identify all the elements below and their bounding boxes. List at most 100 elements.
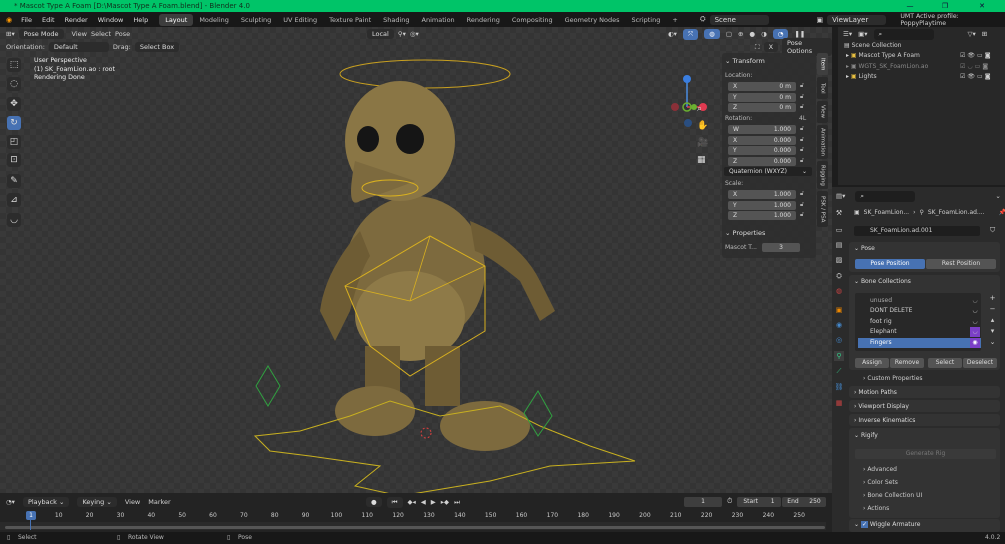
lock-icon[interactable]: 🔓︎ bbox=[800, 157, 804, 165]
hidden-eye-icon[interactable]: ◡ bbox=[970, 306, 980, 316]
rot-w-field[interactable]: W 1.000 bbox=[728, 125, 796, 134]
grid-ortho-icon[interactable]: ▦ bbox=[697, 152, 708, 169]
inverse-kinematics-panel[interactable]: › Inverse Kinematics bbox=[854, 417, 915, 424]
tab-layout[interactable]: Layout bbox=[159, 13, 194, 26]
lock-icon[interactable]: 🔓︎ bbox=[800, 190, 804, 198]
pin-icon[interactable]: 📌 bbox=[999, 209, 1005, 216]
marker-menu[interactable]: Marker bbox=[148, 498, 170, 506]
render-camera-icon[interactable]: ◙ bbox=[982, 63, 990, 70]
menu-render[interactable]: Render bbox=[60, 16, 93, 24]
cursor-tool-icon[interactable]: ◌ bbox=[7, 77, 21, 91]
proportional-edit-icon[interactable]: ◎▾ bbox=[410, 30, 419, 38]
select-tool-icon[interactable]: ⬚ bbox=[7, 58, 21, 72]
lock-icon[interactable]: 🔓︎ bbox=[800, 82, 804, 90]
custom-prop-field[interactable]: 3 bbox=[762, 243, 800, 252]
generate-rig-button[interactable]: Generate Rig bbox=[855, 449, 996, 459]
options-dropdown[interactable]: ⌄ bbox=[995, 192, 1000, 200]
viewport-disable-icon[interactable]: ▭ bbox=[977, 52, 985, 59]
bone-collection-item[interactable]: DONT DELETE ◡ bbox=[858, 306, 981, 316]
scene-icon[interactable]: ⛭ bbox=[700, 15, 706, 24]
wiggle-armature-panel[interactable]: ⌄ ✓ Wiggle Armature bbox=[854, 521, 920, 528]
move-tool-icon[interactable]: ✥ bbox=[7, 97, 21, 111]
menu-help[interactable]: Help bbox=[128, 16, 153, 24]
lock-icon[interactable]: 🔓︎ bbox=[800, 93, 804, 101]
bone-collection-item[interactable]: Elephant ◡ bbox=[858, 327, 981, 338]
armature-data-tab-icon[interactable]: ⚲ bbox=[834, 351, 844, 361]
timeline-view-menu[interactable]: View bbox=[125, 498, 140, 506]
transform-tool-icon[interactable]: ⊡ bbox=[7, 153, 21, 167]
shading-wire-icon[interactable]: ⊕ bbox=[738, 30, 743, 38]
new-collection-icon[interactable]: ⊞ bbox=[982, 30, 987, 38]
world-tab-icon[interactable]: ◍ bbox=[834, 286, 844, 296]
sidebar-tab-psk-psa[interactable]: PSK / PSA bbox=[817, 191, 828, 227]
gizmo-neg-x[interactable] bbox=[671, 103, 679, 111]
tab-modeling[interactable]: Modeling bbox=[193, 14, 235, 26]
rotation-lock-4l[interactable]: 4L bbox=[799, 115, 806, 122]
hidden-eye-icon[interactable]: ◡ bbox=[970, 327, 980, 338]
lock-icon[interactable]: 🔓︎ bbox=[800, 103, 804, 111]
character-model[interactable] bbox=[240, 41, 650, 501]
scl-x-field[interactable]: X 1.000 bbox=[728, 190, 796, 199]
menu-window[interactable]: Window bbox=[93, 16, 129, 24]
editor-type-icon[interactable]: ◔▾ bbox=[6, 498, 15, 506]
pose-curve-tool-icon[interactable]: ◡ bbox=[7, 213, 21, 227]
tool-tab-icon[interactable]: ⚒ bbox=[834, 208, 844, 218]
pivot-selector[interactable]: Local bbox=[367, 29, 394, 39]
x-button[interactable]: X bbox=[763, 42, 779, 52]
shading-material-icon[interactable]: ◑ bbox=[761, 30, 767, 38]
motion-paths-panel[interactable]: › Motion Paths bbox=[854, 389, 897, 396]
loc-z-field[interactable]: Z 0 m bbox=[728, 103, 796, 112]
deselect-button[interactable]: Deselect bbox=[963, 358, 997, 368]
tab-rendering[interactable]: Rendering bbox=[461, 14, 506, 26]
render-camera-icon[interactable]: ◙ bbox=[985, 73, 993, 80]
prev-keyframe-button[interactable]: ◆◂ bbox=[408, 498, 416, 506]
sidebar-tab-item[interactable]: Item bbox=[817, 53, 828, 75]
properties-header[interactable]: ⌄ Properties bbox=[725, 229, 765, 237]
loc-y-field[interactable]: Y 0 m bbox=[728, 92, 796, 102]
lock-icon[interactable]: 🔓︎ bbox=[800, 211, 804, 219]
texture-tab-icon[interactable]: ▦ bbox=[834, 398, 844, 408]
sidebar-tab-view[interactable]: View bbox=[817, 101, 828, 123]
view-layer-icon[interactable]: ▣ bbox=[816, 16, 823, 24]
editor-type-icon[interactable]: ▤▾ bbox=[836, 192, 845, 200]
preview-range-icon[interactable]: ⏱ bbox=[727, 497, 732, 506]
color-sets-subpanel[interactable]: › Color Sets bbox=[863, 479, 898, 486]
close-button[interactable]: ✕ bbox=[972, 0, 992, 12]
scene-collection[interactable]: ▤ Scene Collection bbox=[838, 41, 1005, 51]
drag-selector[interactable]: Select Box bbox=[134, 42, 180, 52]
pose-panel-header[interactable]: ⌄ Pose bbox=[854, 245, 875, 252]
bone-constraint-tab-icon[interactable]: ⛓ bbox=[834, 382, 844, 392]
rot-y-field[interactable]: Y 0.000 bbox=[728, 146, 796, 155]
measure-tool-icon[interactable]: ⊿ bbox=[7, 193, 21, 207]
overlay-toggle[interactable]: ◍ bbox=[704, 29, 720, 39]
armature-name-field[interactable]: SK_FoamLion.ad.001 bbox=[854, 226, 980, 236]
tab-compositing[interactable]: Compositing bbox=[506, 14, 559, 26]
filter-icon[interactable]: ▽▾ bbox=[968, 30, 976, 38]
keying-menu[interactable]: Keying ⌄ bbox=[77, 497, 117, 507]
lock-icon[interactable]: 🔓︎ bbox=[800, 201, 804, 209]
visibility-icon[interactable]: ◐▾ bbox=[668, 30, 677, 38]
display-mode-icon[interactable]: ☰▾ bbox=[843, 30, 852, 38]
menu-edit[interactable]: Edit bbox=[37, 16, 60, 24]
sidebar-tab-tool[interactable]: Tool bbox=[817, 77, 828, 99]
render-tab-icon[interactable]: ▭ bbox=[834, 225, 844, 235]
rotation-mode-dropdown[interactable]: Quaternion (WXYZ) ⌄ bbox=[724, 167, 812, 176]
move-up-button[interactable]: ▴ bbox=[988, 315, 997, 326]
rot-z-field[interactable]: Z 0.000 bbox=[728, 156, 796, 166]
pin-icon[interactable]: ⛶ bbox=[755, 43, 760, 52]
3d-cursor[interactable] bbox=[420, 427, 432, 439]
outliner-item[interactable]: ▸ ▣ WGTS_SK_FoamLion.ao ☑◡▭◙ bbox=[838, 62, 1005, 72]
filter-view-icon[interactable]: ▣▾ bbox=[858, 30, 867, 38]
assign-button[interactable]: Assign bbox=[855, 358, 889, 368]
rot-x-field[interactable]: X 0.000 bbox=[728, 135, 796, 145]
eye-icon[interactable]: 👁︎ bbox=[967, 52, 977, 59]
bone-collection-item[interactable]: foot rig ◡ bbox=[858, 317, 981, 327]
menu-select[interactable]: Select bbox=[91, 30, 111, 38]
scene-selector[interactable]: Scene bbox=[709, 14, 769, 25]
auto-keying-toggle[interactable]: ● bbox=[366, 497, 382, 507]
rotate-tool-icon[interactable]: ↻ bbox=[7, 116, 21, 130]
tab-geometry-nodes[interactable]: Geometry Nodes bbox=[559, 14, 626, 26]
hidden-eye-icon[interactable]: ◡ bbox=[970, 296, 980, 306]
lock-icon[interactable]: 🔓︎ bbox=[800, 136, 804, 144]
end-frame-field[interactable]: End 250 bbox=[782, 497, 826, 507]
